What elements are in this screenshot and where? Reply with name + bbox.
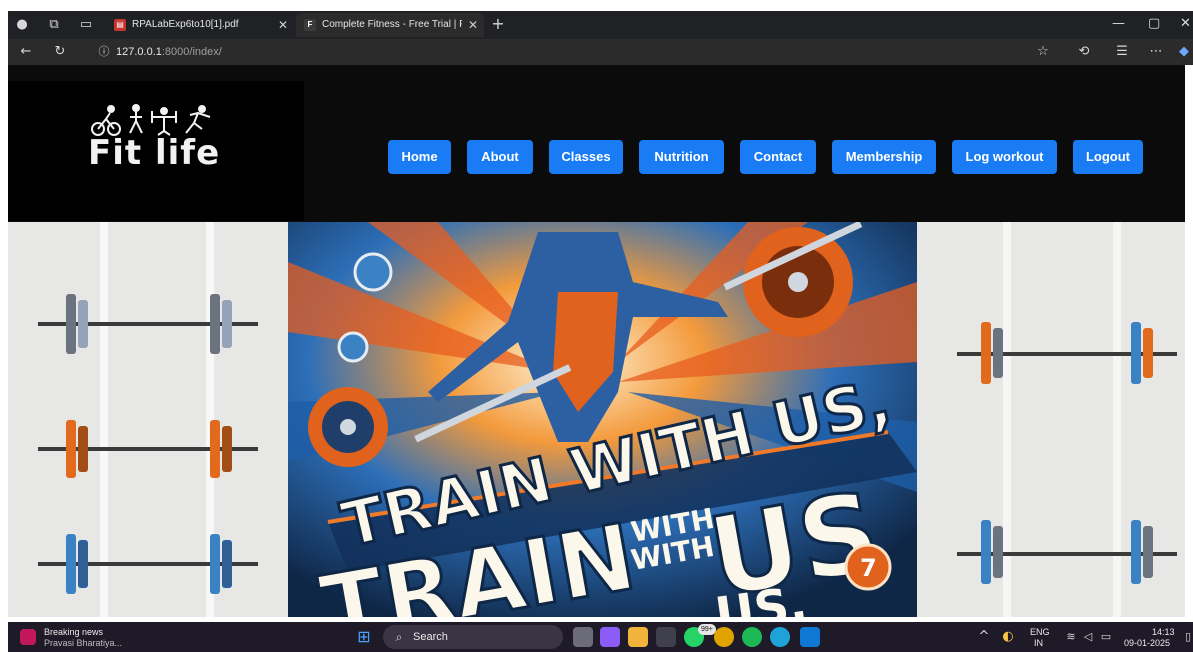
- hero-badge-number: 7: [860, 554, 877, 582]
- nav-membership-button[interactable]: Membership: [832, 140, 936, 174]
- edge-icon[interactable]: [770, 627, 790, 647]
- profile-icon[interactable]: ●: [14, 17, 30, 33]
- web-page: Fit life Home About Classes Nutrition Co…: [8, 65, 1185, 617]
- athletes-logo-icon: [91, 104, 211, 136]
- tab-fitness[interactable]: F Complete Fitness - Free Trial | Fo ✕: [296, 13, 484, 37]
- favorites-list-icon[interactable]: ☰: [1114, 44, 1130, 60]
- news-subtitle[interactable]: Pravasi Bharatiya...: [44, 638, 122, 649]
- notification-badge: 99+: [698, 624, 716, 635]
- url-text[interactable]: 127.0.0.1:8000/index/: [116, 44, 222, 60]
- vscode-icon[interactable]: [800, 627, 820, 647]
- nav-about-button[interactable]: About: [467, 140, 533, 174]
- region-indicator[interactable]: IN: [1034, 638, 1043, 649]
- search-icon: ⌕: [395, 630, 403, 644]
- tab-title: Complete Fitness - Free Trial | Fo: [322, 19, 462, 30]
- weight-rack-illustration: [38, 222, 258, 617]
- address-field[interactable]: [90, 42, 1098, 62]
- wifi-icon[interactable]: ≋: [1063, 629, 1079, 645]
- news-widget-icon[interactable]: [20, 629, 36, 645]
- file-explorer-icon[interactable]: [628, 627, 648, 647]
- search-placeholder: Search: [413, 631, 448, 643]
- news-title[interactable]: Breaking news: [44, 627, 103, 638]
- notifications-icon[interactable]: ▯: [1180, 629, 1193, 645]
- new-tab-icon[interactable]: +: [490, 16, 506, 32]
- weather-icon[interactable]: ◐: [1000, 629, 1016, 645]
- browser-tab-bar: ● ⧉ ▭ ▤ RPALabExp6to10[1].pdf ✕ F Comple…: [8, 11, 1193, 39]
- clock-date[interactable]: 09-01-2025: [1124, 638, 1170, 649]
- logo-text: Fit life: [88, 133, 221, 173]
- windows-taskbar: Breaking news Pravasi Bharatiya... ⊞ ⌕ S…: [8, 622, 1193, 652]
- medal-app-icon[interactable]: [714, 627, 734, 647]
- hero-left-rack-image: [8, 222, 288, 617]
- tab-pdf[interactable]: ▤ RPALabExp6to10[1].pdf ✕: [106, 13, 294, 37]
- logo-panel: Fit life: [8, 81, 304, 221]
- copilot-app-icon[interactable]: [600, 627, 620, 647]
- more-icon[interactable]: ⋯: [1148, 44, 1164, 60]
- screenshot: ● ⧉ ▭ ▤ RPALabExp6to10[1].pdf ✕ F Comple…: [0, 0, 1193, 652]
- back-icon[interactable]: ←: [18, 44, 34, 60]
- clock-time[interactable]: 14:13: [1152, 627, 1175, 638]
- close-tab-icon[interactable]: ✕: [278, 13, 288, 37]
- volume-icon[interactable]: ◁: [1080, 629, 1096, 645]
- battery-icon[interactable]: ▭: [1098, 629, 1114, 645]
- windows-start-icon[interactable]: ⊞: [356, 629, 372, 645]
- close-tab-icon[interactable]: ✕: [468, 13, 478, 37]
- nav-home-button[interactable]: Home: [388, 140, 451, 174]
- task-view-icon[interactable]: [573, 627, 593, 647]
- spotify-icon[interactable]: [742, 627, 762, 647]
- poster-illustration: TRAIN WITH US, TRAIN WITH WITH US US, 7: [288, 222, 917, 617]
- show-hidden-icons-chevron-icon[interactable]: ^: [976, 629, 992, 645]
- nav-contact-button[interactable]: Contact: [740, 140, 816, 174]
- taskbar-search[interactable]: ⌕ Search: [383, 625, 563, 649]
- workspaces-icon[interactable]: ⧉: [46, 17, 62, 33]
- tab-title: RPALabExp6to10[1].pdf: [132, 19, 239, 30]
- extensions-icon[interactable]: ⟲: [1076, 44, 1092, 60]
- close-window-icon[interactable]: ✕: [1180, 16, 1191, 31]
- store-icon[interactable]: [656, 627, 676, 647]
- language-indicator[interactable]: ENG: [1030, 627, 1050, 638]
- weight-rack-illustration: [957, 222, 1177, 617]
- tab-actions-icon[interactable]: ▭: [78, 17, 94, 33]
- favorite-star-icon[interactable]: ☆: [1035, 44, 1051, 60]
- reload-icon[interactable]: ↻: [52, 44, 68, 60]
- hero-banner: TRAIN WITH US, TRAIN WITH WITH US US, 7: [8, 222, 1185, 617]
- pdf-icon: ▤: [114, 19, 126, 31]
- maximize-icon[interactable]: ▢: [1148, 16, 1160, 31]
- copilot-icon[interactable]: ◆: [1176, 44, 1192, 60]
- nav-log-workout-button[interactable]: Log workout: [952, 140, 1057, 174]
- nav-logout-button[interactable]: Logout: [1073, 140, 1143, 174]
- site-info-icon[interactable]: ⓘ: [96, 44, 112, 60]
- minimize-icon[interactable]: —: [1112, 16, 1125, 31]
- nav-classes-button[interactable]: Classes: [549, 140, 623, 174]
- hero-right-rack-image: [917, 222, 1185, 617]
- nav-nutrition-button[interactable]: Nutrition: [639, 140, 724, 174]
- url-host: 127.0.0.1: [116, 46, 162, 58]
- site-favicon-icon: F: [304, 19, 316, 31]
- hero-poster-image: TRAIN WITH US, TRAIN WITH WITH US US, 7: [288, 222, 917, 617]
- url-path: :8000/index/: [161, 46, 222, 58]
